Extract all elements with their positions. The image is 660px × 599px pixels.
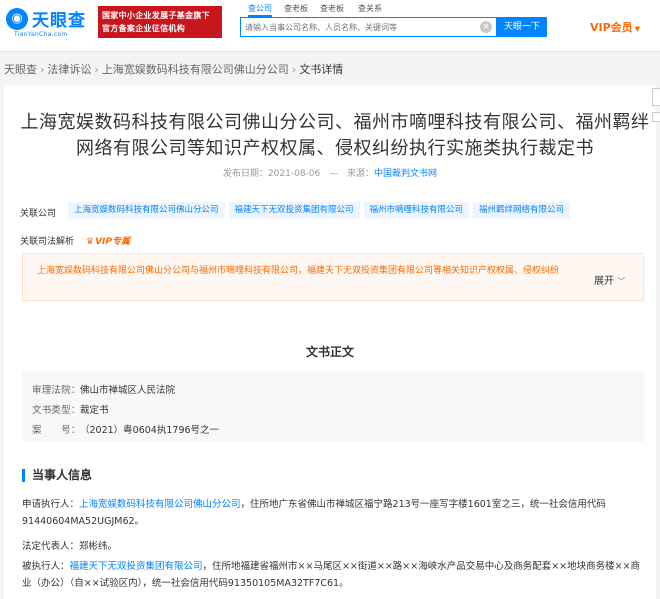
breadcrumb-separator: › <box>291 63 297 76</box>
tab-search-boss[interactable]: 查老板 <box>284 3 308 14</box>
vip-label: VIP会员 <box>590 21 633 34</box>
info-row-doc-type: 文书类型：裁定书 <box>32 402 109 416</box>
judicial-analysis-box: 上海宽娱数码科技有限公司佛山分公司与福州市嘀哩科技有限公司，福建天下无双投资集团… <box>22 253 644 301</box>
info-value: 裁定书 <box>80 405 109 416</box>
applicant-paragraph: 申请执行人：上海宽娱数码科技有限公司佛山分公司，住所地广东省佛山市禅城区福宁路2… <box>22 496 644 530</box>
expand-button[interactable]: 展开 ﹀ <box>594 272 625 287</box>
judicial-analysis-label: 关联司法解析 <box>20 237 75 247</box>
respondent-prefix: 被执行人： <box>22 561 70 572</box>
publish-date: 发布日期：2021-08-06 <box>222 169 321 179</box>
breadcrumb-legal[interactable]: 法律诉讼 <box>47 63 91 76</box>
certification-banner[interactable]: 国家中小企业发展子基金旗下 官方备案企业征信机构 <box>98 6 222 38</box>
logo-eye-icon: ◉ <box>6 8 28 30</box>
side-tool-icon[interactable] <box>652 112 660 122</box>
breadcrumb-company[interactable]: 上海宽娱数码科技有限公司佛山分公司 <box>102 63 289 76</box>
tab-search-company[interactable]: 查公司 <box>248 3 272 17</box>
document-title: 上海宽娱数码科技有限公司佛山分公司、福州市嘀哩科技有限公司、福州羁绊网络有限公司… <box>20 112 650 159</box>
breadcrumb-separator: › <box>40 63 45 76</box>
chevron-down-icon: ▼ <box>634 25 641 33</box>
source-link[interactable]: 中国裁判文书网 <box>374 169 437 179</box>
crown-icon: ♛ <box>86 237 95 247</box>
related-company-chip[interactable]: 福州市嘀哩科技有限公司 <box>363 202 470 219</box>
search-box: × <box>240 17 497 37</box>
info-key: 审理法院： <box>32 385 81 396</box>
applicant-company-link[interactable]: 上海宽娱数码科技有限公司佛山分公司 <box>79 499 241 510</box>
document-meta: 发布日期：2021-08-06 — 来源：中国裁判文书网 <box>222 169 438 179</box>
search-input[interactable] <box>245 20 477 34</box>
vip-membership-link[interactable]: VIP会员 ▼ <box>590 19 640 35</box>
clear-icon[interactable]: × <box>480 21 492 33</box>
related-companies: 上海宽娱数码科技有限公司佛山分公司 福建天下无双投资集团有限公司 福州市嘀哩科技有限… <box>68 202 574 220</box>
parties-title: 当事人信息 <box>22 469 92 482</box>
breadcrumb: 天眼查 › 法律诉讼 › 上海宽娱数码科技有限公司佛山分公司 › 文书详情 <box>4 61 344 76</box>
logo-text: 天眼查 <box>32 11 86 31</box>
related-companies-label: 关联公司 <box>20 209 57 219</box>
related-company-chip[interactable]: 上海宽娱数码科技有限公司佛山分公司 <box>68 202 225 219</box>
site-logo[interactable]: ◉ 天眼查 TianYanCha.com <box>6 6 92 44</box>
side-tool-icon[interactable] <box>652 88 660 106</box>
case-info-box: 审理法院：佛山市禅城区人民法院 文书类型：裁定书 案 号：（2021）粤0604… <box>22 372 644 442</box>
section-title-document-body: 文书正文 <box>305 345 354 359</box>
related-company-chip[interactable]: 福州羁绊网络有限公司 <box>473 202 571 219</box>
breadcrumb-current: 文书详情 <box>299 63 344 76</box>
banner-line-1: 国家中小企业发展子基金旗下 <box>102 11 210 20</box>
info-value: 佛山市禅城区人民法院 <box>80 385 176 396</box>
banner-line-2: 官方备案企业征信机构 <box>102 24 185 33</box>
top-header: ◉ 天眼查 TianYanCha.com 国家中小企业发展子基金旗下 官方备案企… <box>0 0 660 52</box>
related-company-chip[interactable]: 福建天下无双投资集团有限公司 <box>228 202 360 219</box>
source-label: 来源： <box>347 169 375 179</box>
vip-exclusive-tag: ♛VIP专属 <box>86 237 130 247</box>
breadcrumb-home[interactable]: 天眼查 <box>4 63 37 76</box>
logo-subtitle: TianYanCha.com <box>14 31 68 38</box>
info-key: 案 号： <box>32 425 81 436</box>
breadcrumb-separator: › <box>94 63 99 76</box>
legal-rep-paragraph: 法定代表人：郑彬纬。 <box>22 541 118 552</box>
search-button[interactable]: 天眼一下 <box>497 17 547 37</box>
applicant-prefix: 申请执行人： <box>22 499 80 510</box>
info-key: 文书类型： <box>32 405 81 416</box>
respondent-paragraph: 被执行人：福建天下无双投资集团有限公司，住所地福建省福州市××马尾区××街道××… <box>22 558 644 592</box>
info-value: （2021）粤0604执1796号之一 <box>80 425 220 436</box>
info-row-court: 审理法院：佛山市禅城区人民法院 <box>32 382 175 396</box>
respondent-company-link[interactable]: 福建天下无双投资集团有限公司 <box>70 561 203 572</box>
tab-search-relation[interactable]: 查关系 <box>358 3 382 14</box>
tab-search-boss-2[interactable]: 查老板 <box>320 3 344 14</box>
judicial-analysis-text[interactable]: 上海宽娱数码科技有限公司佛山分公司与福州市嘀哩科技有限公司，福建天下无双投资集团… <box>37 263 577 279</box>
info-row-case-number: 案 号：（2021）粤0604执1796号之一 <box>32 422 219 436</box>
chevron-down-icon: ﹀ <box>617 277 626 286</box>
